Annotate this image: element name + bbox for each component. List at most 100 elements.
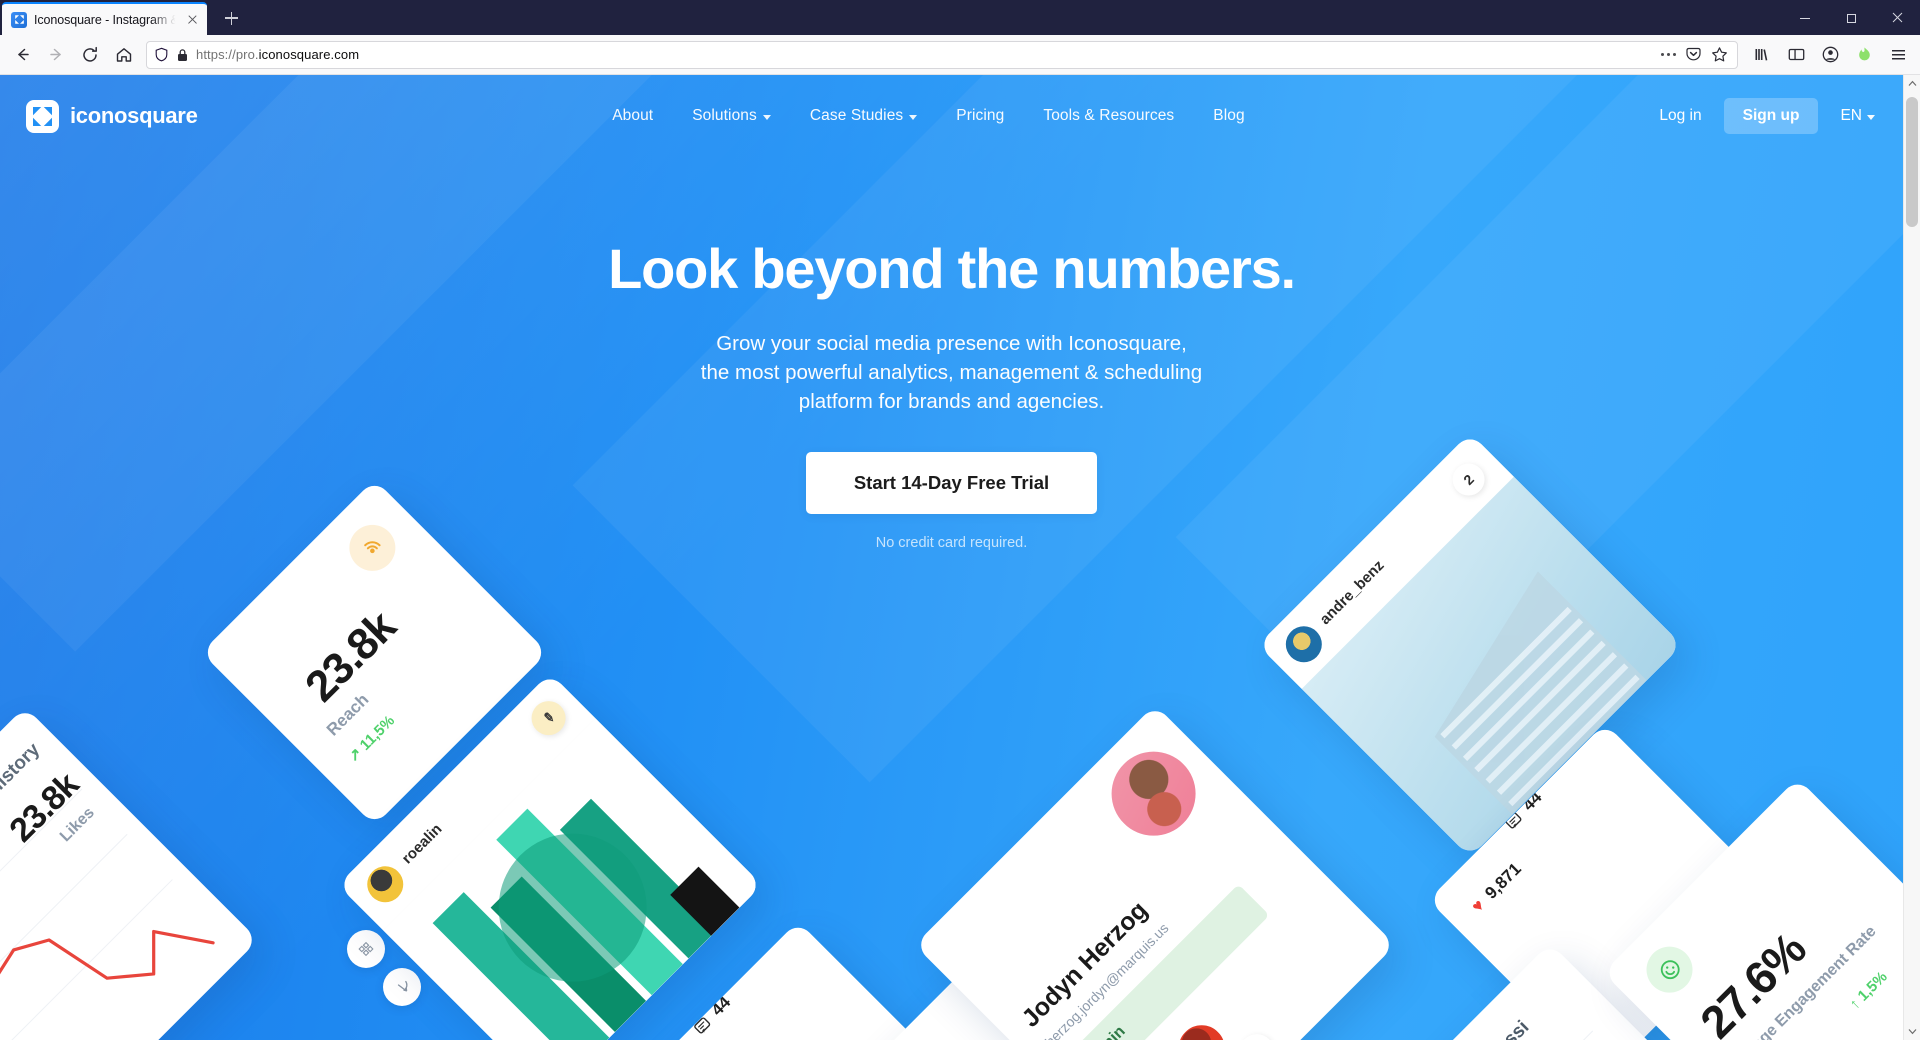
back-arrow-icon[interactable] bbox=[6, 39, 38, 71]
reload-icon[interactable] bbox=[74, 39, 106, 71]
brand-logo[interactable]: iconosquare bbox=[26, 99, 198, 133]
account-circle-icon[interactable] bbox=[1814, 39, 1846, 71]
main-navigation: About Solutions Case Studies Pricing Too… bbox=[612, 107, 1245, 125]
pocket-icon[interactable] bbox=[1685, 46, 1702, 63]
engagement-value: 27.6% bbox=[1690, 922, 1816, 1040]
download-tool-button[interactable] bbox=[383, 968, 421, 1006]
shield-icon[interactable] bbox=[154, 47, 169, 62]
engagement-caption: Average Engagement Rate bbox=[1724, 922, 1880, 1040]
profile-email: herzog.jordyn@marquis.us bbox=[1041, 919, 1172, 1040]
member-avatars bbox=[1110, 1011, 1239, 1040]
tab-title: Iconosquare - Instagram & Fac bbox=[34, 12, 177, 27]
comment-bubble-icon bbox=[690, 1013, 714, 1037]
reach-delta-value: 11,5% bbox=[356, 712, 399, 754]
forward-arrow-icon[interactable] bbox=[40, 39, 72, 71]
nav-label-about: About bbox=[612, 107, 654, 124]
engagement-delta-arrow: ↑ bbox=[1846, 995, 1864, 1013]
library-icon[interactable] bbox=[1746, 39, 1778, 71]
url-bar[interactable]: https://pro.iconosquare.com bbox=[146, 40, 1738, 69]
close-icon[interactable] bbox=[184, 11, 201, 28]
stats-right-likes: 9,871 bbox=[1481, 859, 1525, 903]
close-window-button[interactable] bbox=[1874, 0, 1920, 35]
signup-button[interactable]: Sign up bbox=[1723, 98, 1819, 134]
engagement-delta: ↑ 1,5% bbox=[1846, 968, 1890, 1012]
start-free-trial-button[interactable]: Start 14-Day Free Trial bbox=[805, 452, 1098, 515]
nav-item-about[interactable]: About bbox=[612, 107, 653, 125]
post-card-rosealin: roealin ✎ bbox=[337, 672, 763, 1040]
hero-subtitle-line-2: the most powerful analytics, management … bbox=[700, 360, 1203, 384]
user-avatar-icon bbox=[359, 858, 411, 910]
nav-label-tools-resources: Tools & Resources bbox=[1043, 107, 1175, 124]
reach-impressions-card: Reach & Impressi 8k 6k bbox=[1337, 942, 1763, 1040]
post-stats-card-left: ♥ 9,871 44 bbox=[614, 921, 982, 1040]
followers-card: Foll 1 bbox=[784, 959, 1166, 1040]
chevron-down-icon bbox=[762, 114, 771, 120]
likes-history-title: Likes History bbox=[0, 739, 45, 838]
minimize-button[interactable] bbox=[1782, 0, 1828, 35]
stats-left-comments-row: 44 bbox=[689, 993, 735, 1039]
star-icon[interactable] bbox=[1711, 46, 1728, 63]
stats-left-comments: 44 bbox=[707, 992, 735, 1020]
page-scrollbar[interactable] bbox=[1903, 75, 1920, 1040]
hero-section: Look beyond the numbers. Grow your socia… bbox=[0, 157, 1903, 551]
stats-right-comments-row: 44 bbox=[1500, 788, 1546, 834]
post-stats-card-right: ♥ 9,871 44 bbox=[1428, 723, 1782, 1040]
close-icon[interactable]: × bbox=[1232, 1027, 1281, 1040]
url-text[interactable]: https://pro.iconosquare.com bbox=[196, 47, 1654, 62]
hero-subtitle: Grow your social media presence with Ico… bbox=[0, 329, 1903, 416]
new-tab-button[interactable] bbox=[214, 3, 248, 33]
likes-history-chart bbox=[0, 929, 215, 1040]
nav-label-case-studies: Case Studies bbox=[809, 107, 904, 124]
language-selector[interactable]: EN bbox=[1840, 107, 1875, 125]
language-label: EN bbox=[1840, 107, 1862, 124]
hamburger-menu-icon[interactable] bbox=[1882, 39, 1914, 71]
page-viewport: Likes History 23.8k Likes 8k 6k 4k bbox=[0, 75, 1920, 1040]
reach-delta: ↗ 11,5% bbox=[344, 712, 399, 766]
browser-window: Iconosquare - Instagram & Fac bbox=[0, 0, 1920, 1040]
reach-caption: Reach bbox=[322, 689, 373, 740]
four-diamond-grid-icon bbox=[358, 941, 374, 957]
user-photo-icon bbox=[1094, 734, 1213, 854]
post-username-rosealin: roealin bbox=[398, 820, 446, 868]
post-badge-rosealin: ✎ bbox=[524, 694, 573, 743]
site-header: iconosquare About Solutions Case Studies… bbox=[0, 75, 1903, 157]
reach-delta-arrow: ↗ bbox=[344, 744, 366, 766]
scroll-down-arrow-icon[interactable] bbox=[1904, 1023, 1920, 1040]
reach-impressions-title: Reach & Impressi bbox=[1406, 1017, 1534, 1040]
browser-toolbar-right bbox=[1746, 39, 1914, 71]
nav-item-solutions[interactable]: Solutions bbox=[692, 107, 771, 125]
sidebar-icon[interactable] bbox=[1780, 39, 1812, 71]
stats-right-likes-row: ♥ 9,871 bbox=[1468, 859, 1526, 917]
maximize-button[interactable] bbox=[1828, 0, 1874, 35]
stats-right-comments: 44 bbox=[1518, 787, 1546, 815]
scroll-up-arrow-icon[interactable] bbox=[1904, 75, 1920, 92]
padlock-icon[interactable] bbox=[176, 48, 189, 62]
scrollbar-thumb[interactable] bbox=[1906, 97, 1918, 227]
nav-label-solutions: Solutions bbox=[692, 107, 757, 124]
nav-item-tools-resources[interactable]: Tools & Resources bbox=[1043, 107, 1174, 125]
engagement-delta-value: 1,5% bbox=[1854, 968, 1891, 1005]
pencil-icon: ✎ bbox=[543, 710, 555, 726]
window-controls bbox=[1782, 0, 1920, 35]
no-credit-card-note: No credit card required. bbox=[875, 535, 1028, 552]
login-link[interactable]: Log in bbox=[1659, 107, 1701, 125]
grid-tool-button[interactable] bbox=[347, 930, 385, 968]
browser-titlebar: Iconosquare - Instagram & Fac bbox=[0, 0, 1920, 35]
page-title: Look beyond the numbers. bbox=[608, 237, 1296, 300]
heart-icon: ♥ bbox=[1467, 895, 1489, 917]
nav-label-blog: Blog bbox=[1213, 107, 1245, 124]
firefox-sync-icon[interactable] bbox=[1848, 39, 1880, 71]
nav-item-pricing[interactable]: Pricing bbox=[956, 107, 1004, 125]
likes-history-card: Likes History 23.8k Likes 8k 6k 4k bbox=[0, 706, 259, 1040]
ellipsis-icon[interactable] bbox=[1661, 53, 1676, 56]
nav-item-case-studies[interactable]: Case Studies bbox=[809, 107, 918, 125]
iconosquare-favicon bbox=[11, 11, 27, 28]
nav-item-blog[interactable]: Blog bbox=[1213, 107, 1244, 125]
home-icon[interactable] bbox=[108, 39, 140, 71]
browser-navbar: https://pro.iconosquare.com bbox=[0, 35, 1920, 75]
nav-label-pricing: Pricing bbox=[956, 107, 1005, 124]
iconosquare-logo-icon bbox=[26, 99, 59, 133]
browser-tab[interactable]: Iconosquare - Instagram & Fac bbox=[2, 2, 207, 35]
reach-impressions-chart bbox=[1338, 943, 1762, 1040]
chevron-down-icon bbox=[909, 114, 918, 120]
